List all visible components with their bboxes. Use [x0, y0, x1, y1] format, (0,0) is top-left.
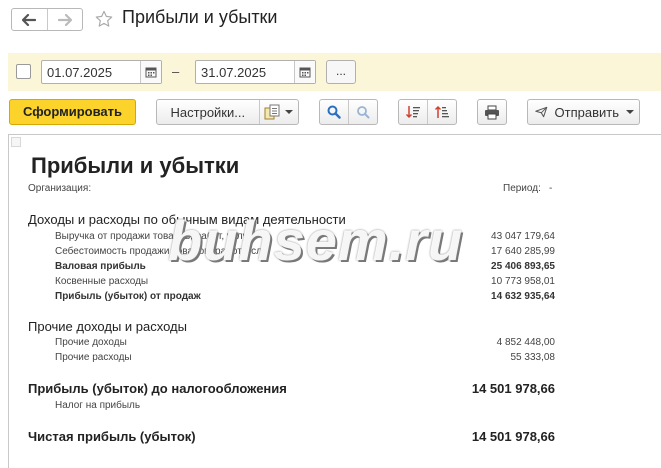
calendar-icon[interactable]: [294, 61, 315, 83]
report-document[interactable]: Прибыли и убытки Организация: Период: - …: [8, 134, 661, 468]
watermark: buhsem.ru: [168, 209, 464, 272]
report-row-value: 14 632 935,64: [491, 291, 555, 302]
pretax-profit-label: Прибыль (убыток) до налогообложения: [28, 381, 287, 396]
forward-button[interactable]: [46, 9, 83, 30]
send-button[interactable]: Отправить: [527, 99, 640, 125]
calendar-icon[interactable]: [140, 61, 161, 83]
sort-descending-button[interactable]: [427, 100, 456, 124]
section-title: Прочие доходы и расходы: [28, 319, 187, 334]
search-button[interactable]: [320, 100, 348, 124]
arrow-right-icon: [57, 13, 72, 26]
income-tax-label: Налог на прибыль: [55, 400, 141, 411]
period-panel: 01.07.2025 – 31.07.2025 ...: [8, 53, 661, 91]
chevron-down-icon: [285, 110, 294, 114]
sort-group: [398, 99, 457, 125]
date-to-value: 31.07.2025: [201, 64, 267, 80]
report-row-value: 10 773 958,01: [491, 276, 555, 287]
search-group: [319, 99, 378, 125]
report-row-label: Прибыль (убыток) от продаж: [55, 291, 201, 302]
favorite-star-icon[interactable]: [95, 10, 113, 33]
print-button[interactable]: [477, 99, 507, 125]
send-button-content: Отправить: [528, 100, 641, 124]
arrow-left-icon: [22, 13, 37, 26]
net-profit-label: Чистая прибыль (убыток): [28, 429, 196, 444]
report-row-label: Прочие расходы: [55, 352, 132, 363]
search-icon: [327, 105, 341, 119]
send-icon: [535, 106, 548, 118]
printer-icon: [485, 105, 499, 119]
organization-label: Организация:: [28, 183, 92, 194]
period-value: -: [549, 183, 553, 194]
navigation-buttons: [11, 8, 83, 31]
date-from-field[interactable]: 01.07.2025: [41, 60, 162, 84]
back-button[interactable]: [12, 9, 47, 30]
sort-descending-icon: [434, 105, 449, 118]
search-next-button[interactable]: [348, 100, 377, 124]
report-row-value: 25 406 893,65: [491, 261, 555, 272]
period-separator: –: [172, 64, 180, 79]
date-to-field[interactable]: 31.07.2025: [195, 60, 316, 84]
variant-menu-button[interactable]: [258, 100, 298, 124]
report-row-label: Прочие доходы: [55, 337, 127, 348]
report-row-label: Валовая прибыль: [55, 261, 146, 272]
report-variant-icon: [264, 104, 280, 120]
select-period-button[interactable]: ...: [326, 60, 356, 84]
generate-button[interactable]: Сформировать: [9, 99, 136, 125]
period-checkbox[interactable]: [16, 64, 31, 79]
settings-group: Настройки...: [156, 99, 299, 125]
search-next-icon: [357, 106, 370, 119]
report-row-value: 17 640 285,99: [491, 246, 555, 257]
report-row-value: 43 047 179,64: [491, 231, 555, 242]
window-title: Прибыли и убытки: [122, 7, 278, 27]
report-title: Прибыли и убытки: [31, 153, 240, 178]
sort-ascending-icon: [405, 106, 420, 119]
chevron-down-icon: [626, 110, 634, 114]
sort-ascending-button[interactable]: [399, 100, 427, 124]
net-profit-value: 14 501 978,66: [471, 429, 555, 444]
report-row-value: 4 852 448,00: [496, 337, 555, 348]
report-corner-cell: [11, 137, 21, 147]
date-from-value: 01.07.2025: [47, 64, 113, 80]
pretax-profit-value: 14 501 978,66: [471, 381, 555, 396]
report-row-value: 55 333,08: [510, 352, 556, 363]
settings-button[interactable]: Настройки...: [157, 100, 259, 124]
title-bar: Прибыли и убытки: [0, 0, 661, 40]
period-label: Период:: [503, 183, 541, 194]
send-label: Отправить: [554, 104, 619, 120]
report-row-label: Косвенные расходы: [55, 276, 149, 287]
